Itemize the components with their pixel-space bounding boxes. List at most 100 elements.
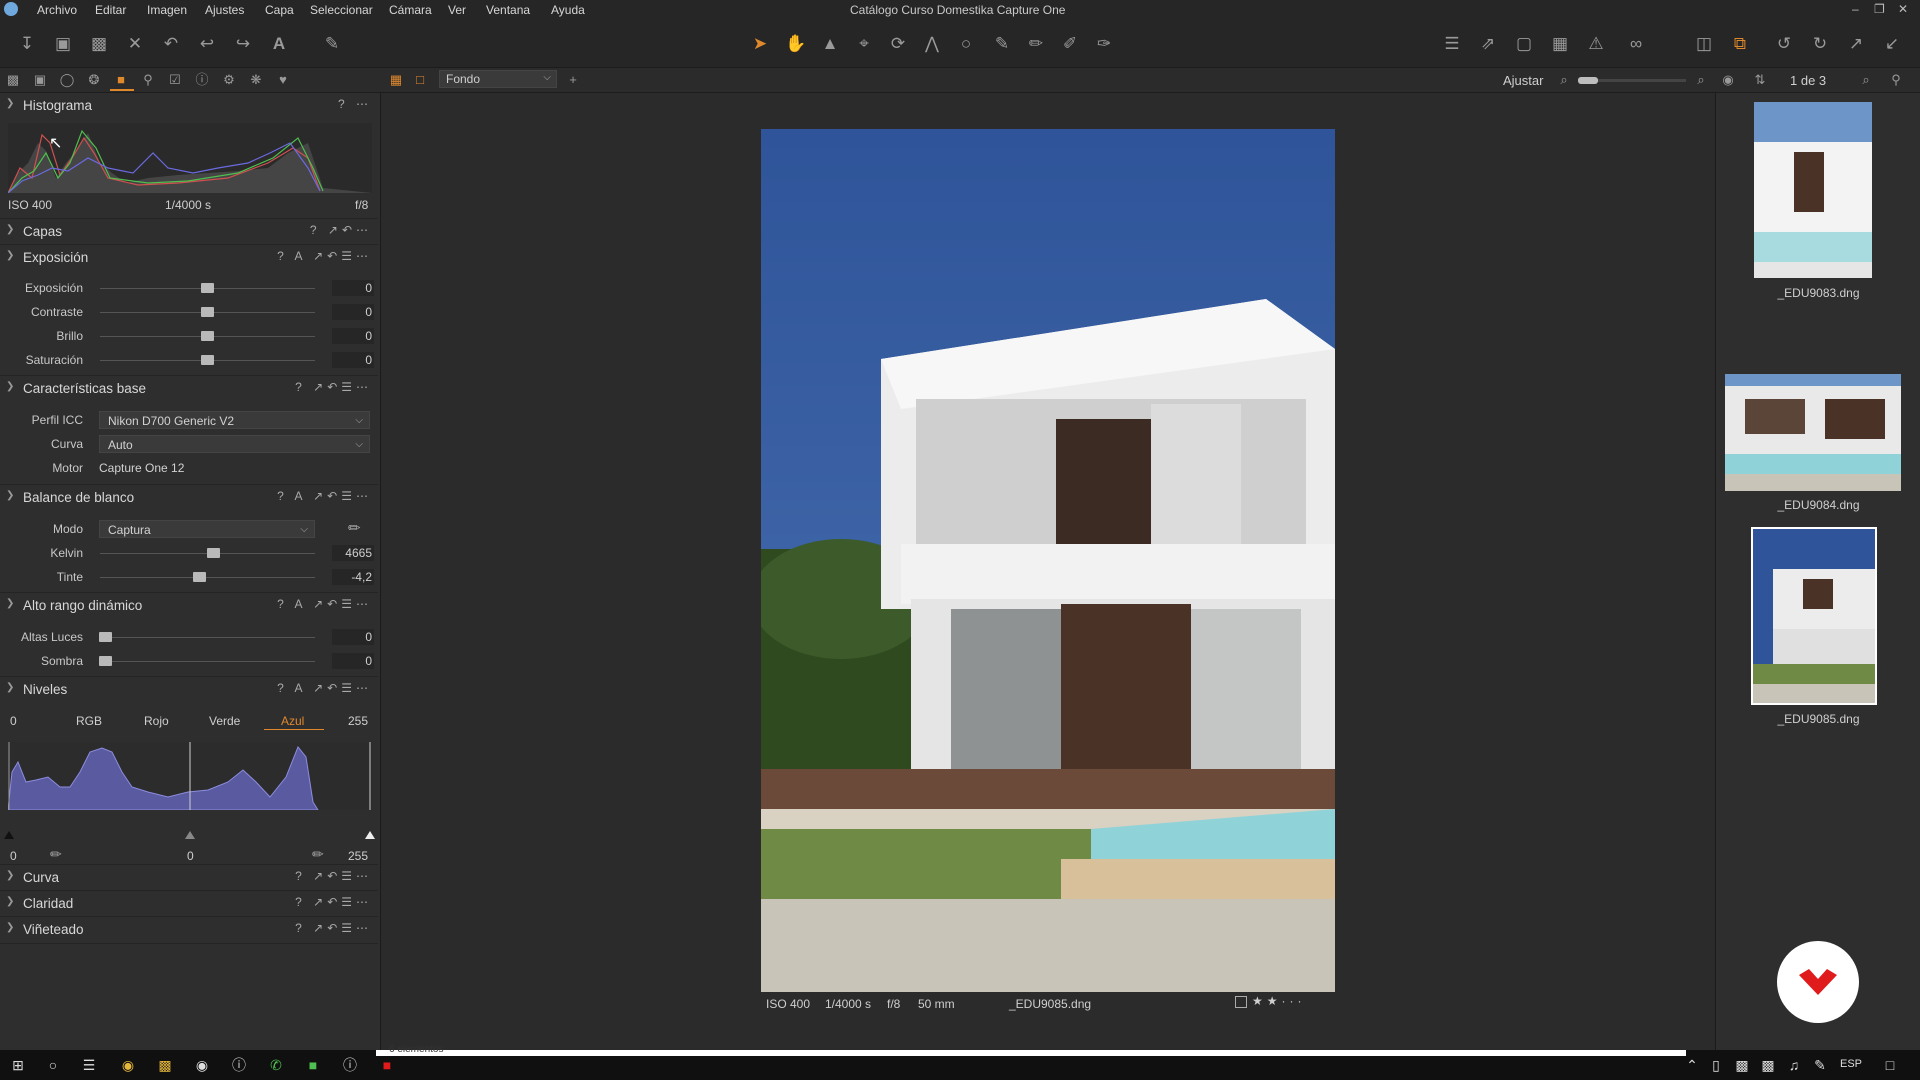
section-caracteristicas-base[interactable]: ❯ Características base ? ↗↶☰⋯ [0,375,378,402]
menu-editar[interactable]: Editar [95,3,126,17]
section-actions[interactable]: ? A ↗↶☰⋯ [277,249,372,263]
section-histograma[interactable]: ❯ Histograma ? ⋯ [0,93,378,119]
close-icon[interactable]: ✕ [1898,2,1908,16]
loupe-icon[interactable]: ▲ [818,32,842,56]
viewer-rating[interactable]: ★★··· [1252,994,1306,1008]
levels-tab-azul[interactable]: Azul [281,714,304,728]
app-icon[interactable]: ◉ [192,1056,212,1074]
folder-icon[interactable]: ▩ [87,32,111,56]
search-icon[interactable]: ⚲ [1888,72,1904,88]
slider-value[interactable]: 0 [332,280,374,296]
zoom-slider[interactable] [1578,77,1686,84]
slider-value[interactable]: 0 [332,629,374,645]
camera-icon[interactable]: ▣ [51,32,75,56]
chrome-icon[interactable]: ◉ [118,1056,138,1074]
edit-icon[interactable]: ✎ [320,32,344,56]
levels-mid-handle[interactable] [185,831,195,839]
section-curva[interactable]: ❯ Curva ? ↗↶☰⋯ [0,864,378,891]
levels-tab-rgb[interactable]: RGB [76,714,102,728]
slider-knob[interactable] [99,632,112,642]
levels-min-bottom[interactable]: 0 [10,849,17,863]
modo-select[interactable]: Captura ⌵ [99,520,315,538]
section-actions[interactable]: ? ↗↶☰⋯ [295,895,372,909]
minimize-icon[interactable]: – [1852,2,1859,16]
adjust-tab-icon[interactable]: ☑ [167,72,183,88]
section-niveles[interactable]: ❯ Niveles ? A ↗↶☰⋯ [0,676,378,703]
menu-camara[interactable]: Cámara [389,3,432,17]
expand-icon[interactable]: ↗ [1844,32,1868,56]
menu-ver[interactable]: Ver [448,3,466,17]
capture-one-icon[interactable]: ⓘ [340,1056,360,1074]
viewer-select-checkbox[interactable] [1235,996,1247,1008]
slider-knob[interactable] [201,355,214,365]
rotate-left-icon[interactable]: ↺ [1772,32,1796,56]
slider-value[interactable]: 0 [332,328,374,344]
rotate-right-icon[interactable]: ↻ [1808,32,1832,56]
chevron-down-icon[interactable]: ❯ [6,598,14,609]
slider-knob[interactable] [193,572,206,582]
whatsapp-icon[interactable]: ✆ [266,1056,286,1074]
rotate-icon[interactable]: ⟳ [886,32,910,56]
background-select[interactable]: Fondo ⌵ [439,70,557,88]
section-actions[interactable]: ? ↗↶☰⋯ [295,869,372,883]
chevron-down-icon[interactable]: ❯ [6,490,14,501]
section-capas[interactable]: ❯ Capas ? ↗↶⋯ [0,218,378,245]
wifi-icon[interactable]: ▩ [1758,1056,1778,1074]
section-actions[interactable]: ? A ↗↶☰⋯ [277,489,372,503]
sort-icon[interactable]: ⇅ [1752,72,1768,88]
thumbnail-2[interactable] [1725,374,1901,491]
levels-max-bottom[interactable]: 255 [348,849,368,863]
proof-icon[interactable]: ▢ [1512,32,1536,56]
green-app-icon[interactable]: ■ [303,1056,323,1074]
keystone-icon[interactable]: ⋀ [920,32,944,56]
perfil-icc-select[interactable]: Nikon D700 Generic V2 ⌵ [99,411,370,429]
pan-icon[interactable]: ✋ [784,32,808,56]
chevron-down-icon[interactable]: ❯ [6,98,14,109]
grid-view-icon[interactable]: ▦ [388,72,404,88]
white-picker-icon[interactable]: ✏ [312,846,324,863]
brush-icon[interactable]: ✎ [990,32,1014,56]
section-alto-rango[interactable]: ❯ Alto rango dinámico ? A ↗↶☰⋯ [0,592,378,619]
thumbnail-3-selected[interactable] [1751,527,1877,705]
collapse-icon[interactable]: ↙ [1880,32,1904,56]
chevron-down-icon[interactable]: ❯ [6,682,14,693]
levels-tab-verde[interactable]: Verde [209,714,240,728]
slider-knob[interactable] [201,331,214,341]
section-claridad[interactable]: ❯ Claridad ? ↗↶☰⋯ [0,890,378,917]
levels-max-top[interactable]: 255 [348,714,368,728]
eye-icon[interactable]: ◉ [1720,72,1736,88]
slider-knob[interactable] [99,656,112,666]
maximize-icon[interactable]: ❐ [1874,2,1885,16]
chevron-down-icon[interactable]: ❯ [6,381,14,392]
slider-knob[interactable] [207,548,220,558]
redo-icon[interactable]: ↪ [231,32,255,56]
details-tab-icon[interactable]: ⚲ [140,72,156,88]
main-photo[interactable] [761,129,1335,992]
levels-black-handle[interactable] [4,831,14,839]
text-tool-icon[interactable]: A [267,32,291,56]
slider-value[interactable]: 0 [332,304,374,320]
library-tab-icon[interactable]: ▩ [5,72,21,88]
chevron-right-icon[interactable]: ❯ [6,896,14,907]
undo-icon[interactable]: ↩ [195,32,219,56]
zoom-in-icon[interactable]: ⌕ [1693,72,1709,88]
levels-min-top[interactable]: 0 [10,714,17,728]
layout-icon[interactable]: ☰ [1440,32,1464,56]
compare-icon[interactable]: ◫ [1692,32,1716,56]
section-actions[interactable]: ? ⋯ [338,97,372,111]
slider-value[interactable]: -4,2 [332,569,374,585]
chevron-down-icon[interactable]: ❯ [6,250,14,261]
section-actions[interactable]: ? A ↗↶☰⋯ [277,597,372,611]
slider-value[interactable]: 0 [332,352,374,368]
menu-ayuda[interactable]: Ayuda [551,3,585,17]
section-actions[interactable]: ? ↗↶☰⋯ [295,921,372,935]
erase-icon[interactable]: ✏ [1024,32,1048,56]
import-icon[interactable]: ↧ [15,32,39,56]
black-picker-icon[interactable]: ✏ [50,846,62,863]
color-tab-icon[interactable]: ❂ [86,72,102,88]
levels-histogram[interactable] [7,742,372,811]
zoom-out-icon[interactable]: ⌕ [1556,72,1572,88]
curva-select[interactable]: Auto ⌵ [99,435,370,453]
chevron-right-icon[interactable]: ❯ [6,870,14,881]
battery-icon[interactable]: ▯ [1706,1056,1726,1074]
